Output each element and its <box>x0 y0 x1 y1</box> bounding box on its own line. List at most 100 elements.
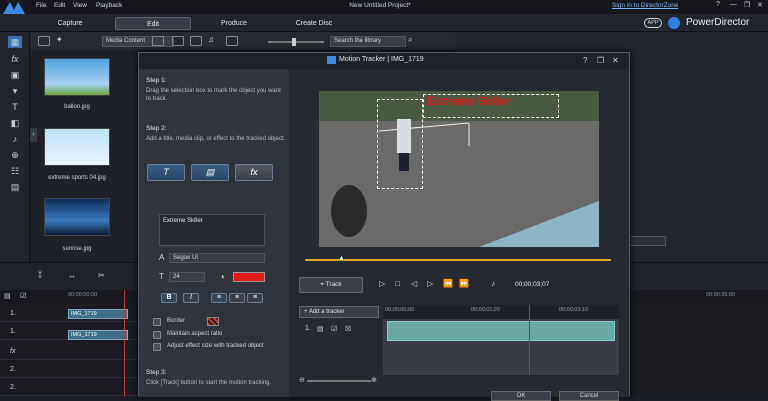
menu-edit[interactable]: Edit <box>54 2 65 9</box>
audio-filter-icon[interactable]: ♫ <box>208 35 214 44</box>
seek-marker-icon[interactable]: ▲ <box>338 255 345 262</box>
timeline-playhead[interactable] <box>124 290 125 396</box>
menu-view[interactable]: View <box>73 2 87 9</box>
tab-edit[interactable]: Edit <box>115 17 191 30</box>
minimize-button[interactable]: — <box>730 1 737 8</box>
dialog-maximize-button[interactable]: ❐ <box>597 56 604 65</box>
menu-file[interactable]: File <box>36 2 46 9</box>
brand-name: PowerDirector <box>686 17 750 28</box>
audio-room-icon[interactable]: ♪ <box>8 133 22 145</box>
grid-view-icon[interactable] <box>226 36 238 46</box>
title-text-input[interactable]: Extreme Sk8er <box>159 214 265 246</box>
media-room-icon[interactable]: ▦ <box>8 36 22 48</box>
tracker-check-icon[interactable]: ☑ <box>331 325 337 333</box>
zoom-out-icon[interactable]: ⊖ <box>299 376 305 384</box>
add-title-button[interactable]: T <box>147 164 185 181</box>
add-effect-button[interactable]: fx <box>235 164 273 181</box>
fx-room-icon[interactable]: fx <box>8 53 22 65</box>
dialog-title: Motion Tracker | IMG_1719 <box>339 56 424 63</box>
tracker-visibility-icon[interactable]: ▤ <box>317 325 324 333</box>
track-button[interactable]: ⌖ Track <box>299 277 363 293</box>
cancel-button[interactable]: Cancel <box>559 391 619 401</box>
thumbnail-extreme-sports[interactable] <box>44 128 110 166</box>
track-manager-icon[interactable]: ▤ <box>4 292 11 300</box>
rewind-icon[interactable]: ⏪ <box>443 279 453 288</box>
align-right-icon[interactable]: ≡ <box>247 293 263 303</box>
add-media-button[interactable]: ▤ <box>191 164 229 181</box>
thumbnail-ballon[interactable] <box>44 58 110 96</box>
video-preview[interactable]: Extreme Sk8er <box>319 91 599 247</box>
font-size-icon: T <box>159 272 164 281</box>
particle-room-icon[interactable]: ▾ <box>8 85 22 97</box>
dialog-help-button[interactable]: ? <box>583 56 587 65</box>
chapter-room-icon[interactable]: ☷ <box>8 165 22 177</box>
tab-create-disc[interactable]: Create Disc <box>276 17 352 30</box>
trim-icon[interactable]: ↔ <box>68 271 76 280</box>
transition-room-icon[interactable]: ◧ <box>8 117 22 129</box>
pip-room-icon[interactable]: ▣ <box>8 69 22 81</box>
voice-room-icon[interactable]: ⊕ <box>8 149 22 161</box>
adjust-effect-checkbox[interactable] <box>153 343 161 351</box>
photo-filter-icon[interactable] <box>190 36 202 46</box>
maintain-aspect-checkbox[interactable] <box>153 331 161 339</box>
dialog-seek-bar[interactable] <box>305 259 611 261</box>
title-room-icon[interactable]: T <box>8 101 22 113</box>
prev-frame-icon[interactable]: ◁ <box>411 279 417 288</box>
fast-forward-icon[interactable]: ⏩ <box>459 279 469 288</box>
scissors-icon[interactable]: ✂ <box>98 271 105 280</box>
help-button[interactable]: ? <box>716 1 720 8</box>
text-color-swatch[interactable] <box>233 272 265 282</box>
zoom-in-icon[interactable]: ⊕ <box>371 376 377 384</box>
ok-button[interactable]: OK <box>491 391 551 401</box>
thumb-label: ballon.jpg <box>64 104 90 110</box>
border-checkbox[interactable] <box>153 318 161 326</box>
tracker-clip[interactable] <box>387 321 615 341</box>
zoom-slider[interactable] <box>307 380 371 382</box>
expand-arrow-icon[interactable]: › <box>30 128 37 142</box>
menu-playback[interactable]: Playback <box>96 2 122 9</box>
font-size-select[interactable]: 24 <box>169 272 205 282</box>
split-icon[interactable]: ⁑ <box>38 271 42 280</box>
stop-icon[interactable]: □ <box>395 279 400 288</box>
ruler-time: 00;00;00;00 <box>68 292 98 298</box>
maximize-button[interactable]: ❐ <box>744 1 750 9</box>
track-label: 2. <box>10 384 16 391</box>
subtitle-room-icon[interactable]: ▤ <box>8 181 22 193</box>
close-button[interactable]: ✕ <box>757 1 763 9</box>
tracker-lock-icon[interactable]: ☒ <box>345 325 351 333</box>
dialog-playhead[interactable] <box>529 305 530 375</box>
align-center-icon[interactable]: ≡ <box>229 293 245 303</box>
slider-knob[interactable] <box>292 38 296 46</box>
track-row: 2. <box>0 380 138 396</box>
border-color-swatch[interactable] <box>207 317 219 326</box>
import-icon[interactable] <box>38 36 50 46</box>
signin-link[interactable]: Sign in to DirectorZone <box>612 2 678 9</box>
bold-button[interactable]: B <box>161 293 177 303</box>
dialog-timeline-ruler: 00;00;00;00 00;00;01;20 00;00;03;10 <box>383 305 619 319</box>
dialog-close-button[interactable]: ✕ <box>612 56 619 65</box>
thumbnail-sunrise[interactable] <box>44 198 110 236</box>
timeline-clip[interactable]: IMG_1719 <box>68 330 128 340</box>
mode-bar: Capture Edit Produce Create Disc APP Pow… <box>0 14 768 32</box>
step2-text: Add a title, media clip, or effect to th… <box>146 136 286 142</box>
title-bounding-box[interactable] <box>423 94 559 118</box>
timeline-clip[interactable]: IMG_1719 <box>68 309 128 319</box>
plugin-icon[interactable]: ✦ <box>56 35 63 44</box>
video-filter-icon[interactable] <box>172 36 184 46</box>
play-icon[interactable]: ▷ <box>379 279 385 288</box>
app-badge[interactable]: APP <box>644 18 662 28</box>
next-frame-icon[interactable]: ▷ <box>427 279 433 288</box>
tab-produce[interactable]: Produce <box>196 17 272 30</box>
library-search-input[interactable]: Search the library <box>330 36 406 47</box>
view-icon[interactable] <box>152 36 164 46</box>
align-left-icon[interactable]: ≡ <box>211 293 227 303</box>
thumbnail-size-slider[interactable] <box>268 41 324 43</box>
tracking-selection-box[interactable] <box>377 99 423 189</box>
volume-icon[interactable]: ♪ <box>491 279 495 288</box>
italic-button[interactable]: I <box>183 293 199 303</box>
lock-icon[interactable]: ☑ <box>20 292 26 300</box>
search-icon[interactable]: ⌕ <box>408 35 412 45</box>
tab-capture[interactable]: Capture <box>32 17 108 30</box>
font-select[interactable]: Segoe UI <box>169 253 265 263</box>
add-tracker-button[interactable]: + Add a tracker <box>299 306 379 318</box>
